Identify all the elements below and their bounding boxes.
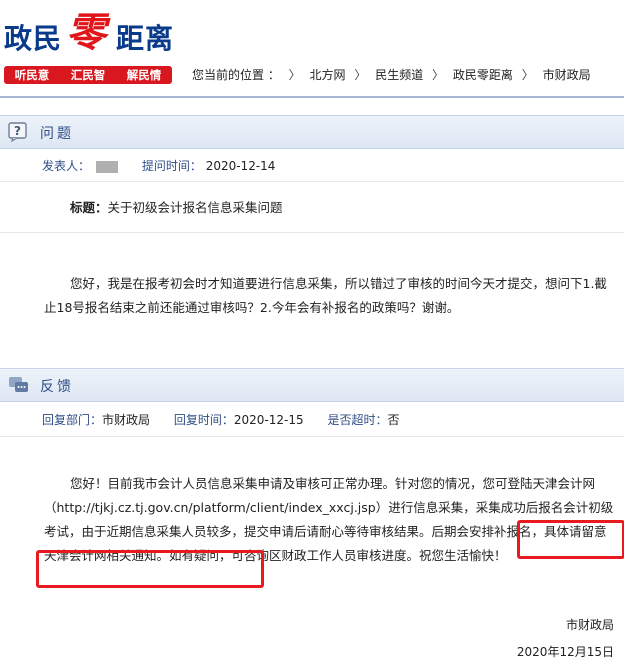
question-mark-icon: ? — [8, 122, 28, 143]
logo-text-ling: 零 — [66, 9, 107, 56]
divider — [0, 232, 624, 233]
question-section-header: ? 问题 — [0, 115, 624, 149]
breadcrumb-prefix: 您当前的位置 ： — [192, 68, 280, 82]
divider — [0, 181, 624, 182]
logo-text-part-a: 政民 — [4, 22, 63, 55]
logo-text-part-b: 距离 — [116, 22, 175, 55]
divider — [0, 436, 624, 437]
reply-time-label: 回复时间： — [173, 413, 234, 427]
breadcrumb-separator: 〉 — [354, 68, 367, 82]
question-section-title: 问题 — [40, 126, 74, 142]
question-title-row: 标题：关于初级会计报名信息采集问题 — [70, 196, 624, 220]
question-title-label: 标题： — [70, 200, 108, 215]
highlight-box — [517, 520, 624, 559]
slogan-3: 解民情 — [126, 68, 162, 82]
highlight-box — [36, 550, 264, 588]
svg-text:?: ? — [14, 124, 21, 138]
breadcrumb-separator: 〉 — [432, 68, 445, 82]
feedback-signature: 市财政局 — [565, 618, 614, 632]
feedback-section-header: 反馈 — [0, 368, 624, 402]
breadcrumb-link-minsheng[interactable]: 民生频道 — [375, 68, 423, 82]
slogan-2: 汇民智 — [70, 68, 106, 82]
question-time-label: 提问时间： — [141, 159, 202, 173]
reply-time-value: 2020-12-15 — [233, 413, 304, 427]
reply-dept-value: 市财政局 — [102, 413, 151, 427]
question-body: 您好，我是在报考初会时才知道要进行信息采集，所以错过了审核的时间今天才提交，想问… — [44, 276, 607, 315]
timeout-value: 否 — [387, 413, 400, 427]
feedback-section-title: 反馈 — [40, 379, 74, 395]
breadcrumb-link-zhengmin[interactable]: 政民零距离 — [453, 68, 513, 82]
breadcrumb-separator: 〉 — [521, 68, 534, 82]
breadcrumb-separator: 〉 — [288, 68, 301, 82]
question-meta: 发表人： 提问时间： 2020-12-14 — [42, 157, 275, 174]
reply-dept-label: 回复部门： — [42, 413, 103, 427]
chat-bubbles-icon — [8, 375, 28, 395]
question-time-value: 2020-12-14 — [205, 159, 276, 173]
breadcrumb-link-beifang[interactable]: 北方网 — [310, 68, 346, 82]
author-label: 发表人： — [42, 159, 91, 173]
feedback-meta: 回复部门：市财政局 回复时间：2020-12-15 是否超时：否 — [42, 411, 399, 428]
slogan-bar: 听民意 汇民智 解民情 — [4, 66, 172, 84]
slogan-1: 听民意 — [14, 68, 50, 82]
question-title-value: 关于初级会计报名信息采集问题 — [107, 200, 283, 215]
breadcrumb: 您当前的位置 ： 〉 北方网 〉 民生频道 〉 政民零距离 〉 市财政局 — [192, 66, 591, 83]
breadcrumb-link-caizheng[interactable]: 市财政局 — [543, 68, 591, 82]
author-name-redacted — [96, 160, 119, 173]
site-logo[interactable]: 政民 零 距离 — [4, 13, 179, 60]
header-divider — [0, 96, 624, 98]
timeout-label: 是否超时： — [327, 413, 388, 427]
feedback-date: 2020年12月15日 — [516, 645, 614, 659]
